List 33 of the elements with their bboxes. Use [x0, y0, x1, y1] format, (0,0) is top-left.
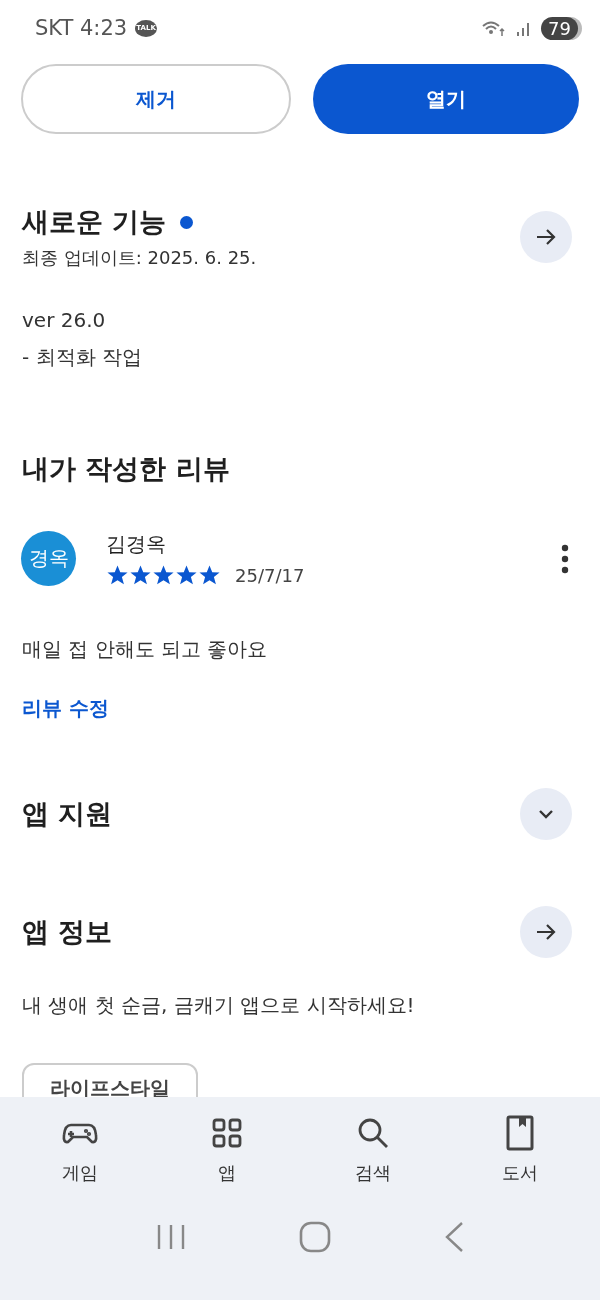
section-title: 새로운 기능 [22, 205, 167, 239]
nav-tab[interactable]: 앱 [153, 1113, 300, 1185]
release-note: ver 26.0 [22, 308, 107, 332]
nav-tab[interactable]: 게임 [7, 1113, 154, 1185]
battery-indicator: 79 [541, 16, 578, 40]
edit-review-link[interactable]: 리뷰 수정 [0, 663, 131, 722]
back-icon[interactable] [443, 1221, 464, 1253]
release-note: - 최적화 작업 [22, 344, 143, 371]
arrow-button[interactable] [520, 906, 572, 958]
review-date: 25/7/17 [235, 564, 305, 586]
star-icon [129, 564, 152, 586]
expand-button[interactable] [520, 788, 572, 840]
section-title: 앱 지원 [22, 797, 113, 831]
star-icon [106, 564, 129, 586]
section-title: 앱 정보 [22, 915, 113, 949]
open-button[interactable]: 열기 [313, 64, 579, 134]
reviewer-name: 김경옥 [106, 531, 167, 558]
nav-tab[interactable]: 검색 [300, 1113, 447, 1185]
nav-tab[interactable]: 도서 [446, 1113, 593, 1185]
home-icon[interactable] [299, 1221, 331, 1253]
star-icon [152, 564, 175, 586]
arrow-button[interactable] [520, 211, 572, 263]
app-description: 내 생애 첫 순금, 금캐기 앱으로 시작하세요! [21, 992, 416, 1019]
review-text: 매일 접 안해도 되고 좋아요 [21, 636, 269, 663]
section-title: 내가 작성한 리뷰 [21, 452, 231, 486]
uninstall-button[interactable]: 제거 [21, 64, 291, 134]
avatar: 경옥 [21, 531, 76, 586]
more-options-icon[interactable] [560, 543, 570, 574]
update-date: 최종 업데이트: 2025. 6. 25. [22, 246, 257, 270]
recent-apps-icon[interactable] [156, 1223, 187, 1251]
star-icon [175, 564, 198, 586]
status-time: SKT 4:23 [35, 16, 128, 40]
star-icon [198, 564, 221, 586]
